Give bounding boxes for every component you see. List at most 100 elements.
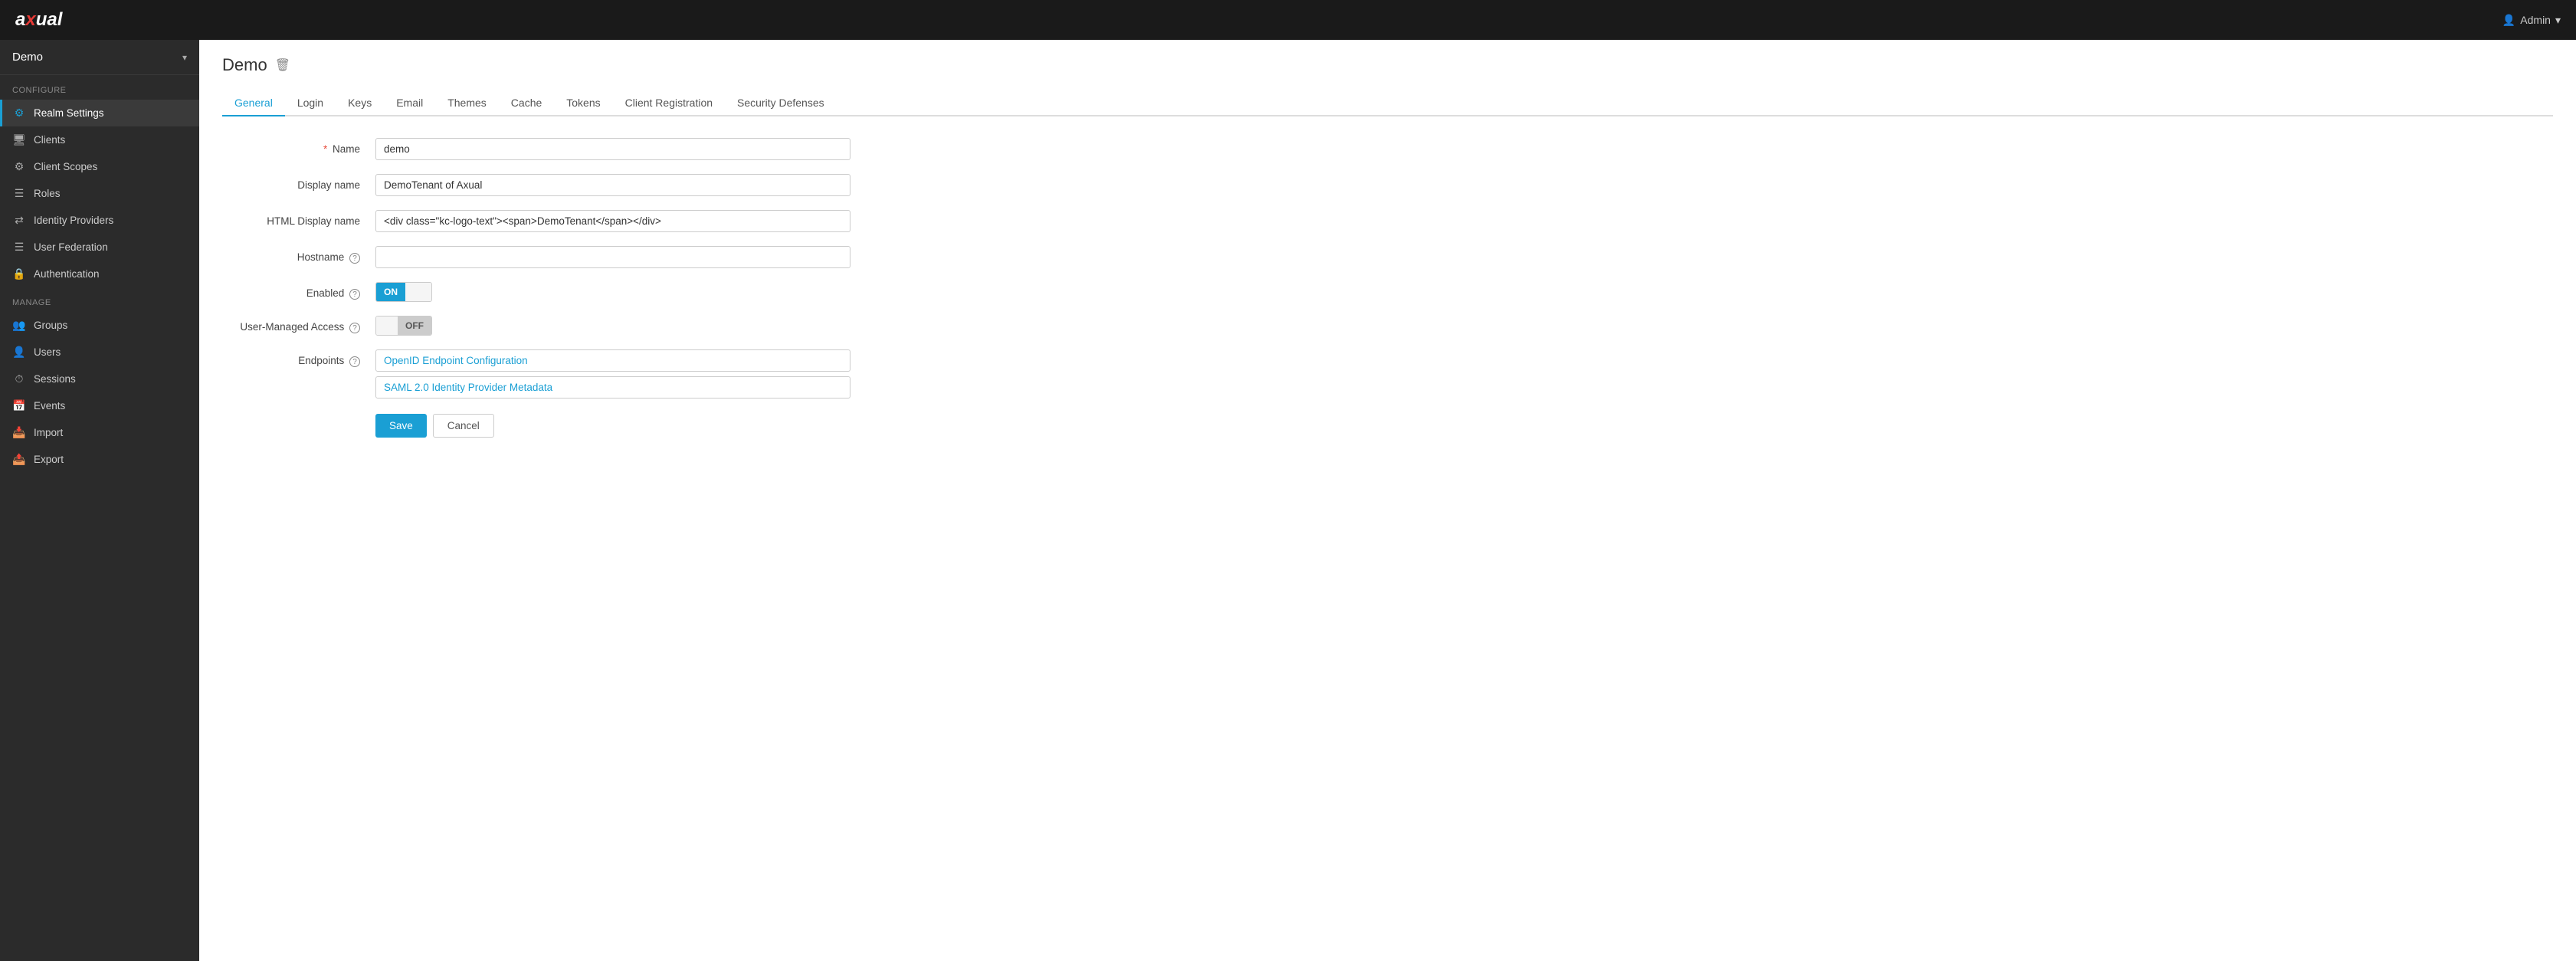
page-title: Demo [222,55,267,75]
save-button[interactable]: Save [375,414,427,438]
sidebar-item-users[interactable]: 👤 Users [0,339,199,366]
sidebar-item-label: Export [34,454,64,465]
name-row: * Name [222,138,912,160]
display-name-label: Display name [222,174,375,191]
uma-off-button[interactable]: OFF [398,317,431,335]
sidebar-item-events[interactable]: 📅 Events [0,392,199,419]
uma-toggle[interactable]: OFF [375,316,432,336]
html-display-name-input[interactable] [375,210,850,232]
sidebar-item-sessions[interactable]: ⏱ Sessions [0,366,199,392]
enabled-toggle-wrap: ON [375,282,432,302]
sessions-icon: ⏱ [12,372,26,385]
page-header: Demo 🗑 [222,55,2553,75]
identity-providers-icon: ⇄ [12,214,26,227]
sidebar-item-label: Identity Providers [34,215,113,226]
cancel-button[interactable]: Cancel [433,414,494,438]
realm-chevron-icon: ▾ [182,52,187,63]
user-chevron-icon: ▾ [2555,14,2561,27]
uma-help-icon[interactable]: ? [349,323,360,333]
tab-themes[interactable]: Themes [435,90,499,116]
configure-section-label: Configure [0,75,199,100]
html-display-name-row: HTML Display name [222,210,912,232]
uma-on-button[interactable] [376,317,398,335]
sidebar-item-import[interactable]: 📥 Import [0,419,199,446]
realm-selector[interactable]: Demo ▾ [0,40,199,75]
sidebar-item-identity-providers[interactable]: ⇄ Identity Providers [0,207,199,234]
sidebar-item-client-scopes[interactable]: ⚙ Client Scopes [0,153,199,180]
delete-icon[interactable]: 🗑 [275,57,290,73]
uma-toggle-wrap: OFF [375,316,432,336]
user-menu[interactable]: 👤 Admin ▾ [2502,14,2561,27]
enabled-toggle[interactable]: ON [375,282,432,302]
hostname-row: Hostname ? [222,246,912,268]
sidebar-item-authentication[interactable]: 🔒 Authentication [0,261,199,287]
users-icon: 👤 [12,346,26,359]
manage-section-label: Manage [0,287,199,312]
uma-label: User-Managed Access ? [222,316,375,333]
sidebar-item-label: Events [34,400,65,412]
uma-row: User-Managed Access ? OFF [222,316,912,336]
events-icon: 📅 [12,399,26,412]
html-display-name-label: HTML Display name [222,210,375,227]
display-name-row: Display name [222,174,912,196]
user-icon: 👤 [2502,14,2515,27]
logo: axual [15,9,62,31]
required-indicator: * [323,143,327,155]
tab-general[interactable]: General [222,90,285,116]
navbar: axual 👤 Admin ▾ [0,0,2576,40]
tab-email[interactable]: Email [384,90,435,116]
roles-icon: ☰ [12,187,26,200]
endpoints-help-icon[interactable]: ? [349,356,360,367]
sidebar-item-label: Authentication [34,268,100,280]
sidebar-item-label: Client Scopes [34,161,97,172]
sidebar-item-label: Groups [34,320,67,331]
hostname-input[interactable] [375,246,850,268]
tab-bar: General Login Keys Email Themes Cache To… [222,90,2553,116]
tab-keys[interactable]: Keys [336,90,384,116]
realm-settings-form: * Name Display name HTML Display name Ho… [222,138,2553,438]
enabled-on-button[interactable]: ON [376,283,405,301]
sidebar-item-groups[interactable]: 👥 Groups [0,312,199,339]
clients-icon: 🖥 [12,133,26,146]
sidebar-item-label: Sessions [34,373,76,385]
endpoints-label: Endpoints ? [222,349,375,367]
form-actions: Save Cancel [375,414,2553,438]
realm-name: Demo [12,51,43,64]
import-icon: 📥 [12,426,26,439]
sidebar-item-user-federation[interactable]: ☰ User Federation [0,234,199,261]
sidebar-item-label: Import [34,427,63,438]
sidebar: Demo ▾ Configure ⚙ Realm Settings 🖥 Clie… [0,40,199,961]
tab-client-registration[interactable]: Client Registration [613,90,725,116]
saml-metadata-link[interactable]: SAML 2.0 Identity Provider Metadata [375,376,850,399]
enabled-row: Enabled ? ON [222,282,912,302]
groups-icon: 👥 [12,319,26,332]
tab-cache[interactable]: Cache [499,90,554,116]
layout: Demo ▾ Configure ⚙ Realm Settings 🖥 Clie… [0,40,2576,961]
export-icon: 📤 [12,453,26,466]
name-label: * Name [222,138,375,155]
sidebar-item-label: Clients [34,134,65,146]
realm-settings-icon: ⚙ [12,107,26,120]
enabled-help-icon[interactable]: ? [349,289,360,300]
openid-endpoint-link[interactable]: OpenID Endpoint Configuration [375,349,850,372]
hostname-help-icon[interactable]: ? [349,253,360,264]
endpoints-list: OpenID Endpoint Configuration SAML 2.0 I… [375,349,850,399]
sidebar-item-export[interactable]: 📤 Export [0,446,199,473]
sidebar-item-label: Roles [34,188,61,199]
name-input[interactable] [375,138,850,160]
sidebar-item-realm-settings[interactable]: ⚙ Realm Settings [0,100,199,126]
user-label: Admin [2520,14,2551,26]
display-name-input[interactable] [375,174,850,196]
sidebar-item-label: User Federation [34,241,108,253]
authentication-icon: 🔒 [12,267,26,280]
sidebar-item-roles[interactable]: ☰ Roles [0,180,199,207]
enabled-off-button[interactable] [405,283,431,301]
endpoints-row: Endpoints ? OpenID Endpoint Configuratio… [222,349,912,399]
tab-tokens[interactable]: Tokens [554,90,612,116]
tab-security-defenses[interactable]: Security Defenses [725,90,837,116]
sidebar-item-clients[interactable]: 🖥 Clients [0,126,199,153]
tab-login[interactable]: Login [285,90,336,116]
enabled-label: Enabled ? [222,282,375,300]
main-content: Demo 🗑 General Login Keys Email Themes C… [199,40,2576,961]
sidebar-item-label: Realm Settings [34,107,104,119]
